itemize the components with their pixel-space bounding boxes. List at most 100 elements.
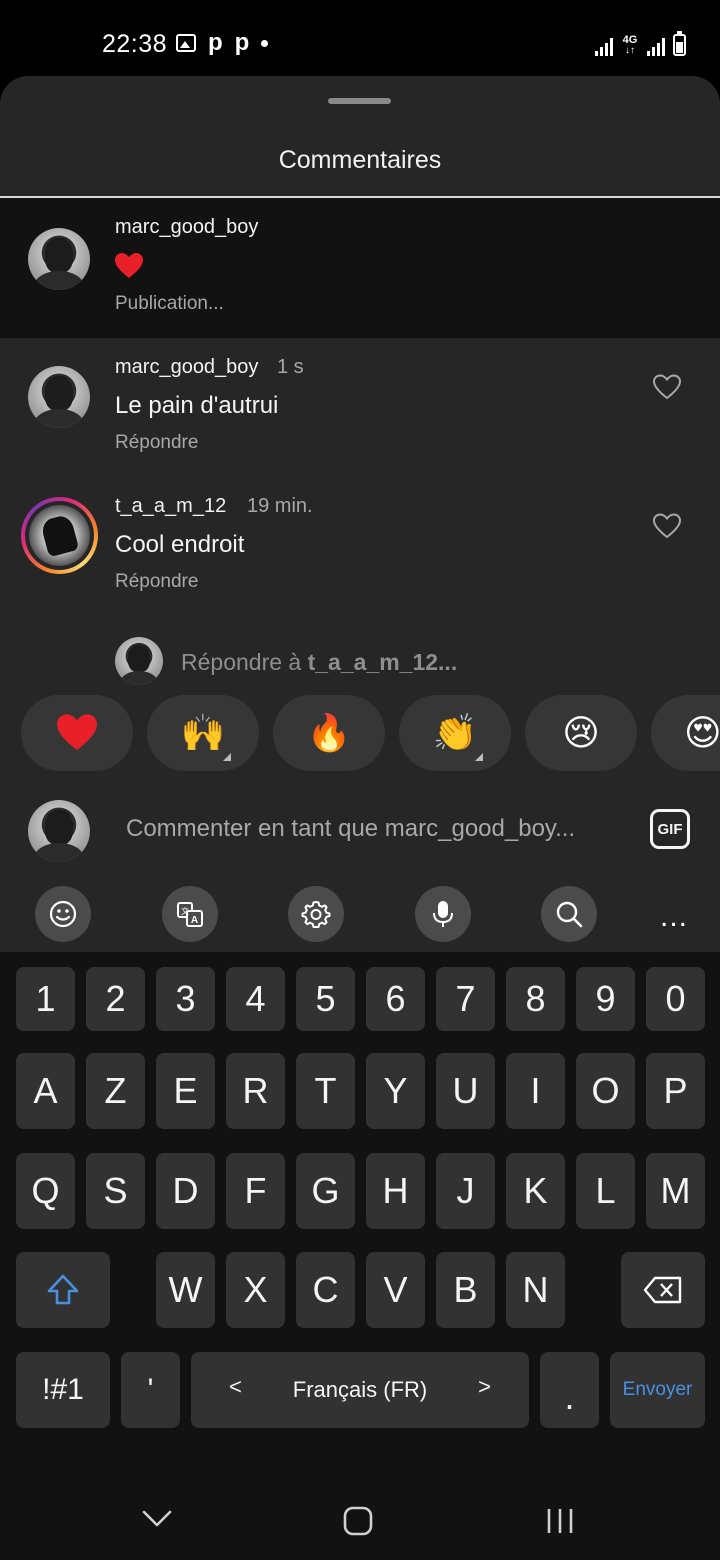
reaction-raised-hands-button[interactable]: 🙌 (147, 695, 259, 771)
key-t[interactable]: T (296, 1053, 355, 1129)
period-key[interactable]: . (540, 1352, 599, 1428)
avatar[interactable] (28, 228, 90, 290)
status-time: 22:38 (102, 30, 168, 58)
key-4[interactable]: 4 (226, 967, 285, 1031)
microphone-icon[interactable] (415, 886, 471, 942)
key-2[interactable]: 2 (86, 967, 145, 1031)
shift-key[interactable] (16, 1252, 110, 1328)
key-y[interactable]: Y (366, 1053, 425, 1129)
comment-text: Cool endroit (115, 531, 245, 558)
key-5[interactable]: 5 (296, 967, 355, 1031)
chevron-left-icon[interactable]: < (229, 1374, 242, 1400)
key-h[interactable]: H (366, 1153, 425, 1229)
publishing-status: Publication... (115, 293, 224, 314)
reply-prompt-text: Répondre à t_a_a_m_12... (181, 649, 458, 675)
reaction-fire-button[interactable]: 🔥 (273, 695, 385, 771)
raised-hands-emoji-icon: 🙌 (180, 712, 226, 753)
signal-icon (595, 36, 613, 56)
key-6[interactable]: 6 (366, 967, 425, 1031)
comment-username[interactable]: marc_good_boy (115, 216, 258, 239)
heart-outline-icon[interactable] (652, 373, 682, 401)
symbols-key[interactable]: !#1 (16, 1352, 110, 1428)
crying-face-emoji-icon: 😢 (562, 712, 600, 753)
key-8[interactable]: 8 (506, 967, 565, 1031)
key-r[interactable]: R (226, 1053, 285, 1129)
key-o[interactable]: O (576, 1053, 635, 1129)
key-m[interactable]: M (646, 1153, 705, 1229)
reaction-crying-button[interactable]: 😢 (525, 695, 637, 771)
key-u[interactable]: U (436, 1053, 495, 1129)
avatar[interactable] (28, 366, 90, 428)
key-k[interactable]: K (506, 1153, 565, 1229)
avatar[interactable] (29, 505, 90, 566)
language-label: Français (FR) (292, 1377, 428, 1402)
key-w[interactable]: W (156, 1252, 215, 1328)
more-icon[interactable]: ... (660, 900, 688, 934)
reply-link[interactable]: Répondre (115, 571, 198, 593)
key-g[interactable]: G (296, 1153, 355, 1229)
pending-comment: marc_good_boy Publication... (0, 198, 720, 338)
battery-icon (673, 31, 686, 56)
gallery-notification-icon (176, 34, 196, 52)
key-e[interactable]: E (156, 1053, 215, 1129)
reaction-heart-button[interactable] (21, 695, 133, 771)
key-j[interactable]: J (436, 1153, 495, 1229)
avatar (28, 800, 90, 862)
key-1[interactable]: 1 (16, 967, 75, 1031)
key-0[interactable]: 0 (646, 967, 705, 1031)
key-d[interactable]: D (156, 1153, 215, 1229)
p-app-notification-icon: p (234, 29, 250, 56)
reaction-clapping-button[interactable]: 👏 (399, 695, 511, 771)
search-icon[interactable] (541, 886, 597, 942)
key-p[interactable]: P (646, 1053, 705, 1129)
backspace-icon (643, 1276, 682, 1304)
key-l[interactable]: L (576, 1153, 635, 1229)
settings-icon[interactable] (288, 886, 344, 942)
key-f[interactable]: F (226, 1153, 285, 1229)
key-z[interactable]: Z (86, 1053, 145, 1129)
keyboard-toolbar: A文 ... (0, 876, 720, 952)
more-notifications-dot-icon (261, 39, 269, 47)
translate-icon[interactable]: A文 (162, 886, 218, 942)
notification-icons: p p (176, 29, 269, 56)
signal-icon (647, 36, 665, 56)
comment-input[interactable]: Commenter en tant que marc_good_boy... (126, 815, 575, 843)
back-chevron-icon[interactable] (142, 1510, 172, 1528)
comment-username[interactable]: marc_good_boy (115, 356, 258, 379)
chevron-right-icon[interactable]: > (478, 1374, 491, 1400)
reaction-heart-eyes-button[interactable]: 😍 (651, 695, 720, 771)
key-q[interactable]: Q (16, 1153, 75, 1229)
emoji-icon[interactable] (35, 886, 91, 942)
avatar (115, 637, 163, 685)
key-c[interactable]: C (296, 1252, 355, 1328)
home-icon[interactable] (343, 1506, 373, 1536)
key-9[interactable]: 9 (576, 967, 635, 1031)
recent-apps-icon[interactable] (546, 1507, 574, 1535)
gif-button[interactable]: GIF (650, 809, 690, 849)
system-icons: 4G ↓↑ (595, 31, 686, 56)
space-key[interactable]: < Français (FR) > (191, 1352, 529, 1428)
key-x[interactable]: X (226, 1252, 285, 1328)
status-bar: 22:38 p p 4G ↓↑ (0, 0, 720, 78)
key-s[interactable]: S (86, 1153, 145, 1229)
send-key[interactable]: Envoyer (610, 1352, 705, 1428)
key-b[interactable]: B (436, 1252, 495, 1328)
comment-time: 19 min. (247, 495, 313, 517)
key-v[interactable]: V (366, 1252, 425, 1328)
reply-link[interactable]: Répondre (115, 432, 198, 454)
comment-username[interactable]: t_a_a_m_12 (115, 495, 226, 518)
shift-arrow-icon (47, 1274, 79, 1305)
key-7[interactable]: 7 (436, 967, 495, 1031)
svg-text:文: 文 (181, 906, 189, 916)
heart-emoji-icon (115, 253, 143, 278)
apostrophe-key[interactable]: ' (121, 1352, 180, 1428)
key-3[interactable]: 3 (156, 967, 215, 1031)
heart-outline-icon[interactable] (652, 512, 682, 540)
sheet-drag-handle[interactable] (328, 98, 391, 104)
backspace-key[interactable] (621, 1252, 705, 1328)
network-type-icon: 4G ↓↑ (622, 34, 638, 56)
key-i[interactable]: I (506, 1053, 565, 1129)
svg-text:A: A (191, 915, 198, 926)
key-a[interactable]: A (16, 1053, 75, 1129)
key-n[interactable]: N (506, 1252, 565, 1328)
